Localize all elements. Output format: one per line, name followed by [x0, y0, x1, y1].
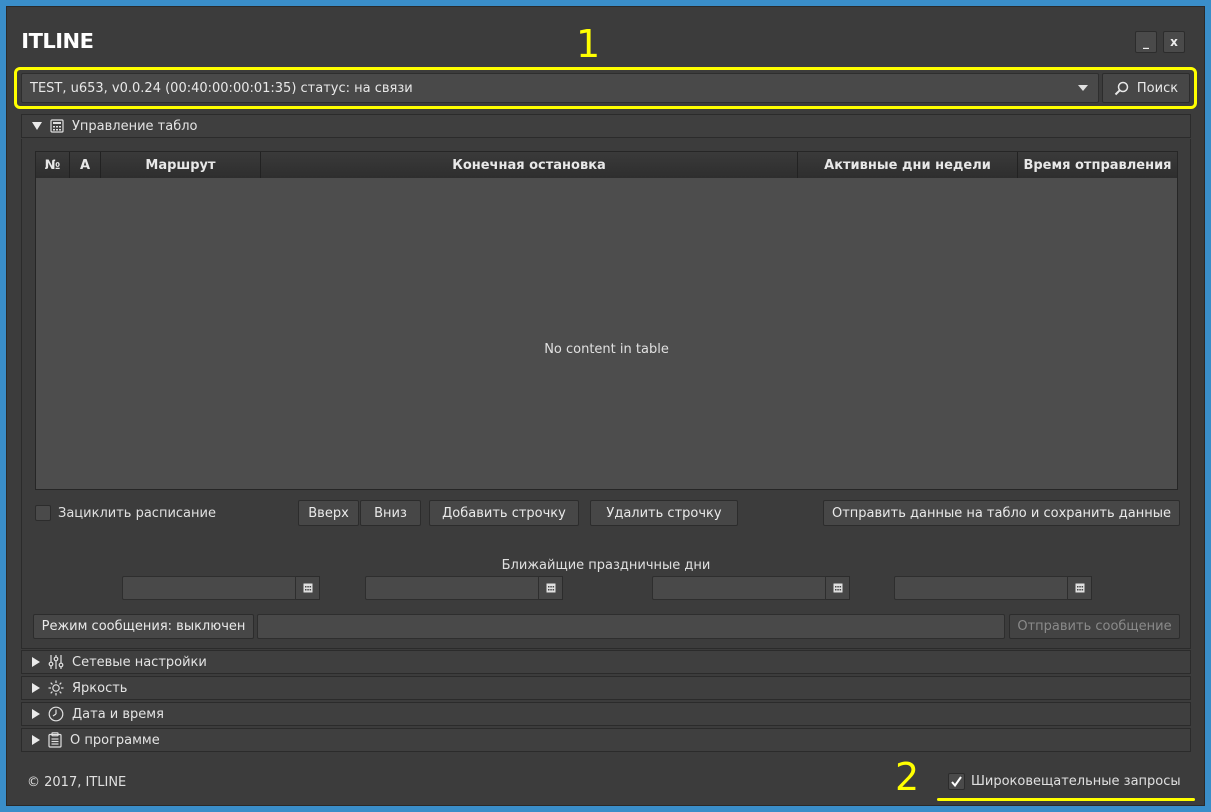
device-select[interactable]: TEST, u653, v0.0.24 (00:40:00:00:01:35) …: [21, 73, 1099, 103]
close-button[interactable]: x: [1163, 31, 1185, 53]
move-up-button[interactable]: Вверх: [298, 500, 359, 526]
search-icon: [1114, 81, 1129, 95]
expand-triangle-icon: [32, 122, 42, 130]
loop-schedule-control[interactable]: Зациклить расписание: [35, 500, 216, 526]
device-select-value: TEST, u653, v0.0.24 (00:40:00:00:01:35) …: [30, 80, 413, 96]
loop-schedule-checkbox[interactable]: [35, 505, 51, 521]
broadcast-requests-control[interactable]: Широковещательные запросы: [948, 773, 1181, 790]
calendar-icon[interactable]: [1068, 576, 1092, 600]
column-header-active-days[interactable]: Активные дни недели: [798, 152, 1018, 178]
checkmark-icon: [951, 776, 962, 788]
section-header-network[interactable]: Сетевые настройки: [21, 650, 1191, 674]
sliders-icon: [48, 654, 64, 670]
app-window: ITLINE _ x 1 TEST, u653, v0.0.24 (00:40:…: [6, 6, 1205, 806]
broadcast-requests-label: Широковещательные запросы: [971, 774, 1181, 789]
column-header-a[interactable]: А: [70, 152, 101, 178]
app-logo: ITLINE: [21, 29, 94, 53]
calendar-icon[interactable]: [539, 576, 563, 600]
section-title: Управление табло: [72, 118, 198, 134]
holiday-date-picker-1[interactable]: [122, 576, 320, 600]
calendar-icon[interactable]: [826, 576, 850, 600]
expand-triangle-icon: [32, 683, 40, 693]
column-header-departure-time[interactable]: Время отправления: [1018, 152, 1177, 178]
search-button[interactable]: Поиск: [1102, 73, 1190, 103]
expand-triangle-icon: [32, 657, 40, 667]
holiday-date-picker-2[interactable]: [365, 576, 563, 600]
table-header: № А Маршрут Конечная остановка Активные …: [36, 152, 1177, 178]
schedule-table: № А Маршрут Конечная остановка Активные …: [35, 151, 1178, 490]
section-header-date-time[interactable]: Дата и время: [21, 702, 1191, 726]
delete-row-button[interactable]: Удалить строчку: [590, 500, 738, 526]
chevron-down-icon[interactable]: [1078, 85, 1088, 91]
display-control-panel: № А Маршрут Конечная остановка Активные …: [21, 139, 1191, 649]
copyright-text: © 2017, ITLINE: [27, 775, 127, 790]
move-down-button[interactable]: Вниз: [360, 500, 421, 526]
table-empty-message: No content in table: [544, 342, 669, 357]
section-header-brightness[interactable]: Яркость: [21, 676, 1191, 700]
message-input[interactable]: [257, 614, 1005, 639]
message-mode-button[interactable]: Режим сообщения: выключен: [33, 614, 254, 639]
holiday-date-input-3[interactable]: [652, 576, 826, 600]
minimize-button[interactable]: _: [1135, 31, 1157, 53]
column-header-number[interactable]: №: [36, 152, 70, 178]
section-header-about[interactable]: О программе: [21, 728, 1191, 752]
holiday-date-input-1[interactable]: [122, 576, 296, 600]
expand-triangle-icon: [32, 735, 40, 745]
holiday-date-input-2[interactable]: [365, 576, 539, 600]
search-button-label: Поиск: [1136, 80, 1179, 96]
sun-icon: [48, 680, 64, 696]
column-header-final-stop[interactable]: Конечная остановка: [261, 152, 798, 178]
holiday-date-input-4[interactable]: [894, 576, 1068, 600]
broadcast-requests-checkbox[interactable]: [948, 773, 965, 790]
clipboard-icon: [48, 732, 62, 748]
calendar-icon[interactable]: [296, 576, 320, 600]
expand-triangle-icon: [32, 709, 40, 719]
section-title: Дата и время: [72, 706, 164, 722]
add-row-button[interactable]: Добавить строчку: [429, 500, 579, 526]
section-header-display-control[interactable]: Управление табло: [21, 114, 1191, 138]
annotation-underline: [937, 798, 1195, 801]
loop-schedule-label: Зациклить расписание: [58, 505, 216, 521]
annotation-marker-2: 2: [895, 755, 920, 799]
column-header-route[interactable]: Маршрут: [101, 152, 261, 178]
holiday-date-picker-4[interactable]: [894, 576, 1092, 600]
clock-icon: [48, 706, 64, 722]
holidays-label: Ближайщие праздничные дни: [501, 558, 711, 573]
calculator-icon: [50, 119, 64, 133]
section-title: О программе: [70, 732, 160, 748]
annotation-marker-1: 1: [576, 22, 601, 66]
send-and-save-button[interactable]: Отправить данные на табло и сохранить да…: [823, 500, 1180, 526]
send-message-button[interactable]: Отправить сообщение: [1009, 614, 1180, 639]
holiday-date-picker-3[interactable]: [652, 576, 850, 600]
section-title: Яркость: [72, 680, 128, 696]
section-title: Сетевые настройки: [72, 654, 207, 670]
